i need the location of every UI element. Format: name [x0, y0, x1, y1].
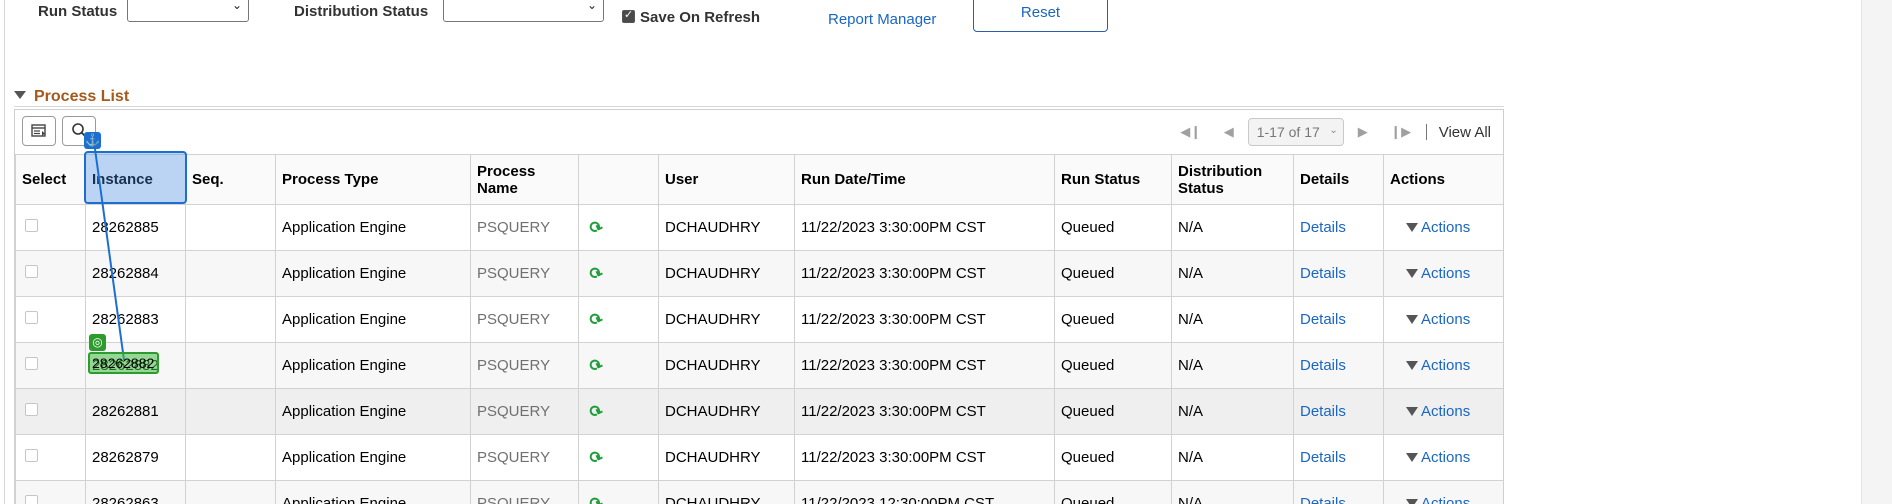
- drop-target-label: 28262882: [92, 355, 155, 371]
- drag-connector-line: [94, 148, 125, 361]
- drop-target-highlight[interactable]: 28262882: [88, 352, 159, 374]
- target-icon: ◎: [89, 334, 106, 351]
